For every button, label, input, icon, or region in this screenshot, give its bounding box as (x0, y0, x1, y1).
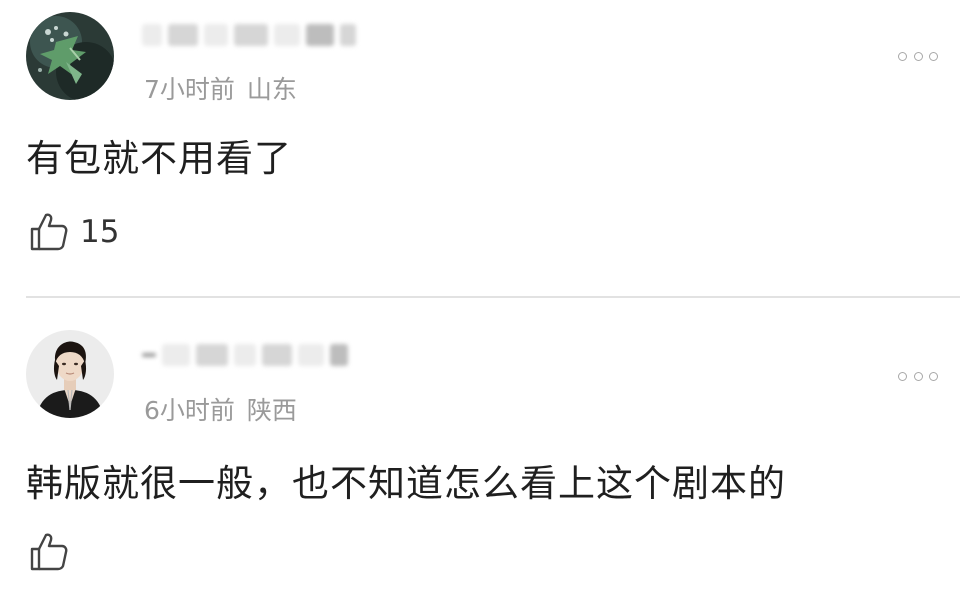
comment-list: 7小时前 山东 有包就不用看了 15 6小时前 陕西 韩版就很一般，也不知道怎么… (0, 0, 960, 598)
comment-meta: 6小时前 陕西 (144, 391, 297, 427)
thumbs-up-icon (30, 213, 68, 251)
avatar-image (26, 12, 114, 100)
comment-meta: 7小时前 山东 (144, 70, 297, 106)
username-redacted[interactable] (142, 20, 356, 50)
username-redacted[interactable] (142, 340, 348, 370)
avatar-image (26, 330, 114, 418)
comment-item: 7小时前 山东 有包就不用看了 15 (0, 0, 960, 296)
like-button[interactable] (28, 530, 80, 574)
comment-item: 6小时前 陕西 韩版就很一般，也不知道怎么看上这个剧本的 (0, 298, 960, 598)
comment-time: 6小时前 (144, 396, 235, 425)
more-dots-icon[interactable] (898, 369, 938, 383)
avatar[interactable] (26, 12, 114, 100)
comment-location: 陕西 (246, 396, 297, 425)
comment-time: 7小时前 (144, 75, 235, 104)
like-count: 15 (80, 214, 120, 250)
thumbs-up-icon (30, 533, 68, 571)
avatar[interactable] (26, 330, 114, 418)
comment-location: 山东 (246, 75, 297, 104)
more-dots-icon[interactable] (898, 49, 938, 63)
comment-text: 有包就不用看了 (26, 137, 292, 180)
like-button[interactable]: 15 (28, 210, 119, 254)
comment-text: 韩版就很一般，也不知道怎么看上这个剧本的 (26, 462, 786, 505)
